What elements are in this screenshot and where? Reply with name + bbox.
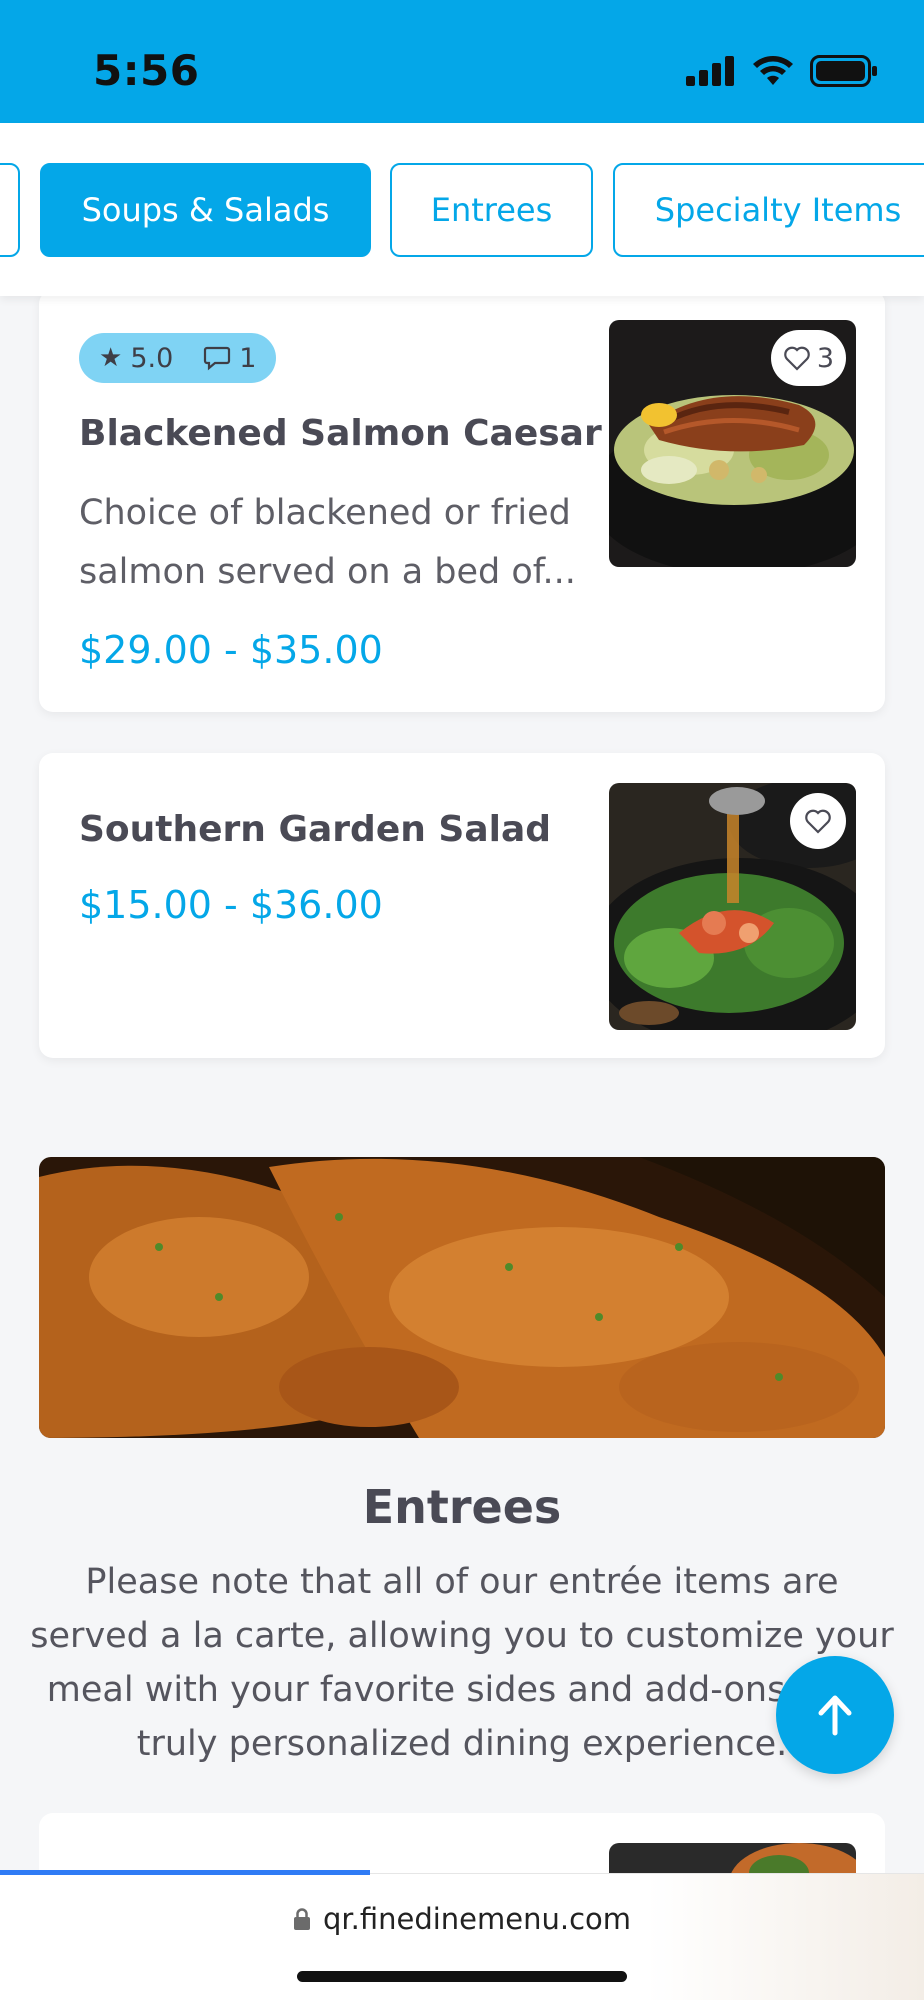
cellular-signal-icon [686, 56, 734, 86]
garden-salad-image[interactable] [609, 783, 856, 1030]
menu-item-card[interactable]: ★ 5.0 1 Blackened Salmon Caesar Choice o… [39, 290, 885, 712]
item-price: $29.00 - $35.00 [79, 628, 383, 672]
status-icons [686, 55, 878, 87]
tab-entrees[interactable]: Entrees [390, 163, 593, 257]
menu-item-card[interactable]: Southern Garden Salad $15.00 - $36.00 [39, 753, 885, 1058]
star-icon: ★ [99, 343, 123, 373]
rating-value: 5.0 [130, 342, 174, 374]
status-bar: 5:56 [0, 0, 924, 123]
battery-icon [810, 55, 877, 87]
rating-badge: ★ 5.0 1 [79, 333, 277, 383]
home-indicator [297, 1971, 627, 1982]
lock-icon [293, 1908, 310, 1930]
page-load-progress [0, 1870, 370, 1875]
favorite-button[interactable] [790, 793, 846, 849]
tab-specialty-items[interactable]: Specialty Items [613, 163, 924, 257]
comment-count: 1 [239, 342, 257, 374]
heart-icon [805, 809, 831, 834]
section-description: Please note that all of our entrée items… [30, 1562, 894, 1764]
back-to-top-button[interactable] [776, 1656, 894, 1774]
tab-soups-salads[interactable]: Soups & Salads [40, 163, 371, 257]
favorite-count: 3 [816, 342, 834, 374]
tab-previous[interactable] [0, 163, 20, 257]
category-tabs: Soups & Salads Entrees Specialty Items [0, 123, 924, 296]
section-title: Entrees [362, 1480, 562, 1534]
status-time: 5:56 [93, 46, 200, 95]
heart-icon [784, 346, 810, 371]
item-name: Blackened Salmon Caesar [79, 413, 602, 454]
item-price: $15.00 - $36.00 [79, 883, 383, 927]
item-name: Southern Garden Salad [79, 809, 552, 850]
wifi-icon [753, 56, 793, 85]
salmon-salad-image[interactable]: 3 [609, 320, 856, 567]
favorite-button[interactable]: 3 [770, 330, 846, 386]
item-description: Choice of blackened or fried salmon serv… [79, 493, 576, 592]
menu-screen: 5:56 Soups & Salads Entrees Specialty It… [0, 0, 924, 2000]
comment-icon [204, 346, 231, 371]
browser-address-bar[interactable]: qr.finedinemenu.com [0, 1870, 924, 2000]
arrow-up-icon [818, 1695, 852, 1736]
url-text: qr.finedinemenu.com [322, 1902, 632, 1936]
fried-chicken-image [39, 1157, 885, 1438]
url-field[interactable]: qr.finedinemenu.com [0, 1902, 924, 1936]
